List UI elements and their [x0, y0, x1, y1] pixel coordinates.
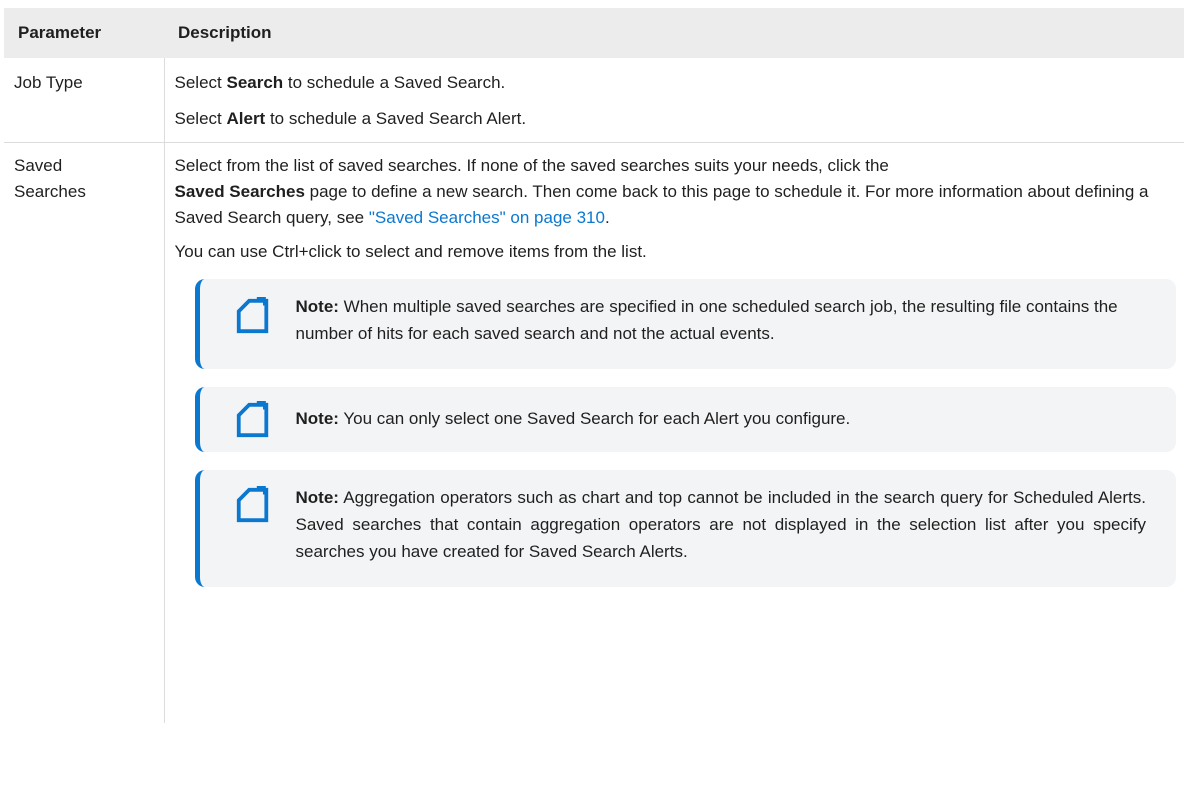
desc-paragraph: You can use Ctrl+click to select and rem… [174, 242, 647, 261]
desc-line: Select Alert to schedule a Saved Search … [174, 109, 527, 128]
saved-searches-link[interactable]: "Saved Searches" on page 310 [369, 208, 605, 227]
desc-paragraph: Select from the list of saved searches. … [174, 156, 1149, 227]
note-box: Note: Aggregation operators such as char… [194, 470, 1176, 587]
desc-cell: Select from the list of saved searches. … [164, 143, 1184, 724]
param-cell: Job Type [4, 58, 165, 143]
note-icon [236, 297, 268, 334]
param-cell: Saved Searches [4, 142, 165, 723]
table-row: Job Type Select Search to schedule a Sav… [4, 58, 1184, 143]
note-text: Note: When multiple saved searches are s… [295, 297, 1118, 343]
note-text: Note: You can only select one Saved Sear… [295, 409, 851, 428]
note-text: Note: Aggregation operators such as char… [295, 488, 1147, 561]
desc-cell: Select Search to schedule a Saved Search… [164, 58, 1184, 143]
param-name: Saved Searches [14, 156, 86, 201]
note-box: Note: You can only select one Saved Sear… [194, 387, 1176, 452]
header-description: Description [164, 8, 1184, 58]
parameter-table: Parameter Description Job Type Select Se… [4, 8, 1184, 723]
table-header-row: Parameter Description [4, 8, 1184, 58]
note-icon [236, 401, 268, 438]
param-name: Job Type [14, 73, 83, 92]
note-icon [236, 486, 268, 523]
note-box: Note: When multiple saved searches are s… [194, 279, 1176, 369]
desc-line: Select Search to schedule a Saved Search… [174, 73, 506, 92]
header-parameter: Parameter [4, 8, 164, 58]
table-row: Saved Searches Select from the list of sa… [4, 142, 1184, 724]
